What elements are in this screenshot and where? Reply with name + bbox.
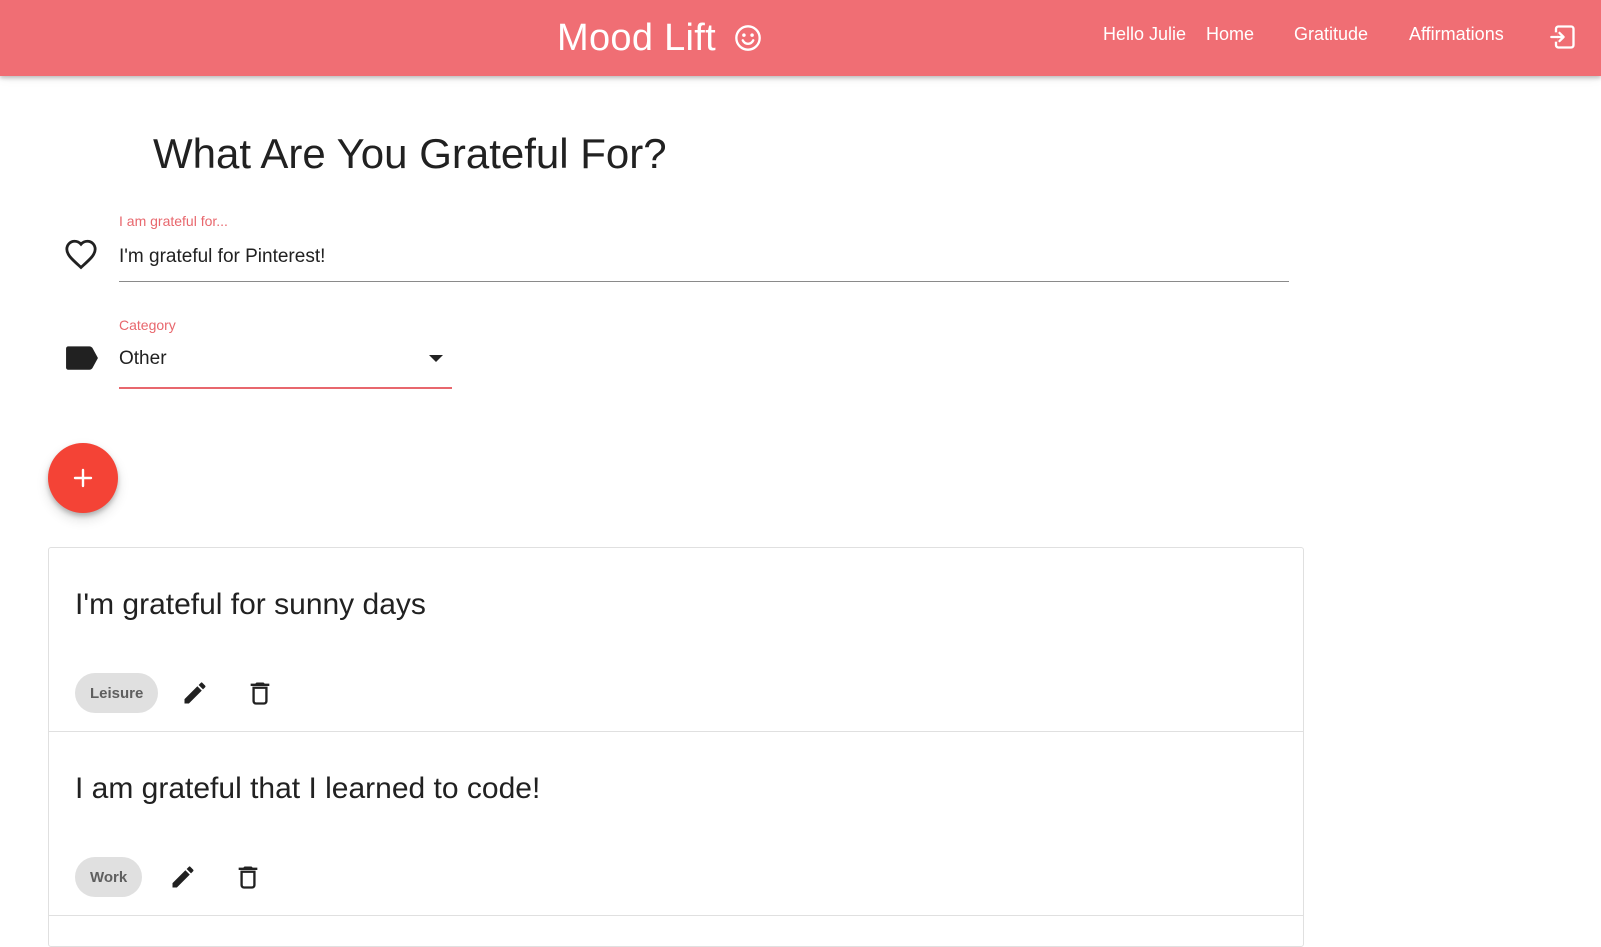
gratitude-entry-text: I am grateful that I learned to code! [75, 772, 541, 805]
gratitude-input[interactable] [119, 240, 1289, 274]
category-select-underline [119, 387, 452, 389]
category-chip: Work [75, 857, 143, 897]
logout-icon[interactable] [1549, 23, 1577, 51]
add-gratitude-button[interactable] [48, 443, 118, 513]
category-chip: Leisure [75, 673, 159, 713]
category-field-label: Category [119, 317, 176, 333]
heart-outline-icon [64, 238, 98, 270]
gratitude-entry: I am grateful that I learned to code! Wo… [49, 732, 1303, 916]
user-greeting: Hello Julie [1103, 24, 1187, 44]
brand[interactable]: Mood Lift [557, 14, 762, 62]
app-bar: Mood Lift Hello Julie Home Gratitude Aff… [0, 0, 1601, 76]
dropdown-arrow-icon [429, 355, 443, 362]
gratitude-entry-text: I'm grateful for sunny days [75, 588, 426, 621]
gratitude-list: I'm grateful for sunny days Leisure I am… [48, 547, 1304, 947]
nav-gratitude-link[interactable]: Gratitude [1294, 24, 1368, 45]
category-selected-value: Other [119, 348, 167, 369]
gratitude-input-underline [119, 281, 1289, 282]
nav-affirmations-link[interactable]: Affirmations [1409, 24, 1504, 45]
edit-pencil-icon[interactable] [169, 863, 197, 891]
category-select[interactable]: Other [119, 344, 452, 374]
label-tag-icon [65, 345, 99, 371]
gratitude-field-label: I am grateful for... [119, 213, 228, 229]
gratitude-entry: I'm grateful for sunny days Leisure [49, 548, 1303, 732]
delete-trash-icon[interactable] [246, 679, 274, 707]
edit-pencil-icon[interactable] [181, 679, 209, 707]
page-title: What Are You Grateful For? [153, 130, 667, 177]
delete-trash-icon[interactable] [234, 863, 262, 891]
nav-home-link[interactable]: Home [1206, 24, 1254, 45]
plus-icon [71, 466, 95, 490]
brand-title: Mood Lift [557, 16, 717, 59]
smiley-icon [734, 24, 762, 52]
